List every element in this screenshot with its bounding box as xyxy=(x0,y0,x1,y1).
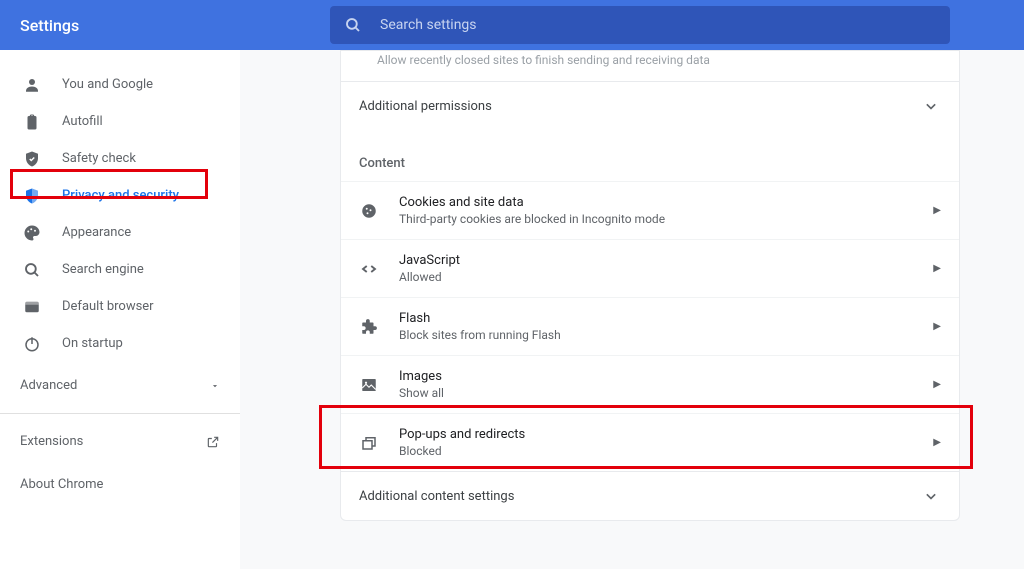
open-external-icon xyxy=(206,435,220,449)
sidebar-item-label: Privacy and security xyxy=(62,188,179,203)
content-row-images[interactable]: Images Show all ▶ xyxy=(341,355,959,413)
page-title: Settings xyxy=(20,16,330,35)
main-content: Allow recently closed sites to finish se… xyxy=(240,50,1024,569)
chevron-down-icon xyxy=(921,96,941,116)
sidebar-advanced[interactable]: Advanced xyxy=(0,362,240,407)
shield-check-icon xyxy=(22,150,42,168)
code-icon xyxy=(359,259,379,279)
content-row-popups[interactable]: Pop-ups and redirects Blocked ▶ xyxy=(341,413,959,471)
content-row-javascript[interactable]: JavaScript Allowed ▶ xyxy=(341,239,959,297)
sidebar-item-you-and-google[interactable]: You and Google xyxy=(0,66,240,103)
sidebar-item-label: Search engine xyxy=(62,262,144,277)
row-title: Images xyxy=(399,369,933,384)
popup-icon xyxy=(359,433,379,453)
chevron-right-icon: ▶ xyxy=(933,321,941,332)
sidebar-extensions[interactable]: Extensions xyxy=(0,420,240,463)
sidebar-item-default-browser[interactable]: Default browser xyxy=(0,288,240,325)
chevron-down-icon xyxy=(921,486,941,506)
clipboard-icon xyxy=(22,113,42,131)
search-icon xyxy=(344,16,362,34)
sidebar-item-label: Autofill xyxy=(62,114,103,129)
chevron-right-icon: ▶ xyxy=(933,263,941,274)
person-icon xyxy=(22,76,42,94)
additional-permissions-row[interactable]: Additional permissions xyxy=(341,81,959,130)
browser-icon xyxy=(22,298,42,316)
search-icon xyxy=(22,261,42,279)
sidebar-item-label: Default browser xyxy=(62,299,154,314)
divider xyxy=(0,413,240,414)
content-row-flash[interactable]: Flash Block sites from running Flash ▶ xyxy=(341,297,959,355)
sidebar-about-label: About Chrome xyxy=(20,477,103,492)
sidebar-item-label: You and Google xyxy=(62,77,153,92)
row-title: Pop-ups and redirects xyxy=(399,427,933,442)
sidebar-item-label: Appearance xyxy=(62,225,131,240)
chevron-right-icon: ▶ xyxy=(933,205,941,216)
row-title: Cookies and site data xyxy=(399,195,933,210)
extension-icon xyxy=(359,317,379,337)
additional-content-row[interactable]: Additional content settings xyxy=(341,471,959,520)
chevron-right-icon: ▶ xyxy=(933,379,941,390)
chevron-right-icon: ▶ xyxy=(933,437,941,448)
sidebar-advanced-label: Advanced xyxy=(20,378,77,393)
sidebar-item-privacy-and-security[interactable]: Privacy and security xyxy=(0,177,240,214)
faded-description: Allow recently closed sites to finish se… xyxy=(341,51,959,81)
settings-card: Allow recently closed sites to finish se… xyxy=(340,50,960,521)
row-title: Flash xyxy=(399,311,933,326)
search-input[interactable] xyxy=(380,17,936,33)
row-sub: Block sites from running Flash xyxy=(399,328,933,342)
power-icon xyxy=(22,335,42,353)
sidebar-item-label: On startup xyxy=(62,336,123,351)
sidebar-item-autofill[interactable]: Autofill xyxy=(0,103,240,140)
search-box[interactable] xyxy=(330,6,950,44)
cookie-icon xyxy=(359,201,379,221)
row-sub: Allowed xyxy=(399,270,933,284)
row-sub: Blocked xyxy=(399,444,933,458)
sidebar-item-on-startup[interactable]: On startup xyxy=(0,325,240,362)
image-icon xyxy=(359,375,379,395)
sidebar-item-safety-check[interactable]: Safety check xyxy=(0,140,240,177)
sidebar-item-label: Safety check xyxy=(62,151,136,166)
sidebar-item-search-engine[interactable]: Search engine xyxy=(0,251,240,288)
header: Settings xyxy=(0,0,1024,50)
row-title: JavaScript xyxy=(399,253,933,268)
row-sub: Third-party cookies are blocked in Incog… xyxy=(399,212,933,226)
content-row-cookies[interactable]: Cookies and site data Third-party cookie… xyxy=(341,181,959,239)
content-section-title: Content xyxy=(341,130,959,181)
shield-icon xyxy=(22,187,42,205)
sidebar: You and Google Autofill Safety check Pri… xyxy=(0,50,240,569)
sidebar-extensions-label: Extensions xyxy=(20,434,83,449)
additional-content-label: Additional content settings xyxy=(359,489,514,504)
chevron-down-icon xyxy=(210,381,220,391)
sidebar-about-chrome[interactable]: About Chrome xyxy=(0,463,240,506)
sidebar-item-appearance[interactable]: Appearance xyxy=(0,214,240,251)
additional-permissions-label: Additional permissions xyxy=(359,99,492,114)
palette-icon xyxy=(22,224,42,242)
row-sub: Show all xyxy=(399,386,933,400)
